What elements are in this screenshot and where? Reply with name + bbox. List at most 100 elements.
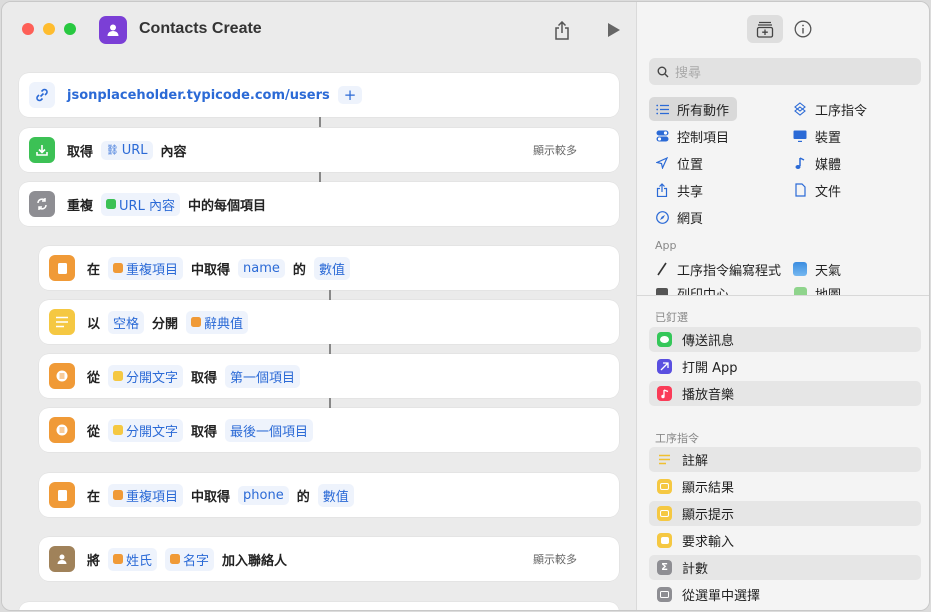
get-dictionary-value-action[interactable]: 在 重複項目 中取得 name 的 數值 xyxy=(39,246,619,290)
shortcut-icon[interactable] xyxy=(99,16,127,44)
get-dictionary-value-action[interactable]: 在 重複項目 中取得 phone 的 數值 xyxy=(39,473,619,517)
location-arrow-icon xyxy=(655,156,669,170)
music-note-icon xyxy=(793,156,807,170)
repeat-verb: 重複 xyxy=(67,198,94,214)
link-icon: ⛓ xyxy=(106,144,119,156)
scripting-show-alert[interactable]: 顯示提示 xyxy=(649,501,921,526)
first-name-token[interactable]: 名字 xyxy=(165,547,215,571)
search-placeholder: 搜尋 xyxy=(675,66,702,81)
list-icon xyxy=(170,554,181,564)
comment-lines-icon xyxy=(657,452,672,467)
repeat-action[interactable]: 重複 URL 內容 中的每個項目 xyxy=(19,182,619,226)
details-button[interactable] xyxy=(793,19,813,39)
shortcuts-window: Contacts Create jsonplaceholder.typicode… xyxy=(1,1,930,611)
connector xyxy=(329,290,331,300)
last-item-token[interactable]: 最後一個項目 xyxy=(225,418,314,442)
repeat-item-label: 重複項目 xyxy=(126,489,179,505)
window-title: Contacts Create xyxy=(139,20,262,37)
scripting-choose-from-menu[interactable]: 從選單中選擇 xyxy=(649,582,921,607)
app-weather[interactable]: 天氣 xyxy=(787,257,841,281)
pinned-section-header: 已釘選 xyxy=(655,311,688,324)
app-print-center[interactable]: 列印中心 xyxy=(649,281,729,295)
menu-icon xyxy=(657,587,672,602)
first-item-token[interactable]: 第一個項目 xyxy=(225,364,301,388)
split-text-action[interactable]: 以 空格 分開 辭典值 xyxy=(39,300,619,344)
scripting-comment[interactable]: 註解 xyxy=(649,447,921,472)
weather-icon xyxy=(793,262,807,276)
app-maps[interactable]: 地圖 xyxy=(787,281,841,295)
get-last-item-action[interactable]: 從 分開文字 取得 最後一個項目 xyxy=(39,408,619,452)
split-text-token[interactable]: 分開文字 xyxy=(108,418,184,442)
scripting-ask-input[interactable]: 要求輸入 xyxy=(649,528,921,553)
minimize-button[interactable] xyxy=(43,23,55,35)
text-split: 分開 xyxy=(152,316,179,332)
separator-token[interactable]: 空格 xyxy=(108,310,145,334)
info-icon xyxy=(794,20,812,38)
get-contents-action[interactable]: 取得 ⛓ URL 內容 顯示較多 xyxy=(19,128,619,172)
repeat-item-token[interactable]: 重複項目 xyxy=(108,483,184,507)
connector xyxy=(329,344,331,354)
dictionary-value-label: 辭典值 xyxy=(204,316,244,332)
list-icon xyxy=(655,102,669,116)
search-icon xyxy=(657,66,669,77)
url-variable-token[interactable]: ⛓ URL xyxy=(101,140,153,160)
value-type-token[interactable]: 數值 xyxy=(313,256,350,280)
category-documents[interactable]: 文件 xyxy=(787,178,841,202)
text-add-to-contacts: 加入聯絡人 xyxy=(222,553,288,569)
scripting-count[interactable]: Σ 計數 xyxy=(649,555,921,580)
add-url-button[interactable]: + xyxy=(337,86,363,104)
next-action[interactable] xyxy=(19,602,619,610)
category-label: 網頁 xyxy=(677,211,704,227)
title-bar: Contacts Create xyxy=(2,2,636,58)
text-get: 取得 xyxy=(191,370,218,386)
app-shortcuts-editor[interactable]: 工序指令編寫程式 xyxy=(649,257,781,281)
show-more-button[interactable]: 顯示較多 xyxy=(533,551,577,567)
share-button[interactable] xyxy=(551,19,573,41)
category-label: 所有動作 xyxy=(677,103,730,119)
category-web[interactable]: 網頁 xyxy=(649,205,703,229)
category-share[interactable]: 共享 xyxy=(649,178,703,202)
repeat-item-token[interactable]: 重複項目 xyxy=(108,256,184,280)
show-more-button[interactable]: 顯示較多 xyxy=(533,142,577,158)
open-app-icon xyxy=(657,359,672,374)
pen-icon xyxy=(655,262,669,276)
last-name-label: 姓氏 xyxy=(126,553,153,569)
scripting-show-result[interactable]: 顯示結果 xyxy=(649,474,921,499)
pinned-play-music[interactable]: 播放音樂 xyxy=(649,381,921,406)
sigma-icon: Σ xyxy=(657,560,672,575)
category-device[interactable]: 裝置 xyxy=(787,124,841,148)
value-type-token[interactable]: 數值 xyxy=(317,483,354,507)
repeat-item-label: 重複項目 xyxy=(126,262,179,278)
close-button[interactable] xyxy=(22,23,34,35)
pinned-open-app[interactable]: 打開 App xyxy=(649,354,921,379)
category-media[interactable]: 媒體 xyxy=(787,151,841,175)
text-of: 的 xyxy=(292,262,306,278)
get-first-item-action[interactable]: 從 分開文字 取得 第一個項目 xyxy=(39,354,619,398)
key-name-field[interactable]: name xyxy=(238,258,285,278)
url-variable-label: URL xyxy=(121,142,148,158)
url-action[interactable]: jsonplaceholder.typicode.com/users + xyxy=(19,73,619,117)
display-icon xyxy=(793,129,807,143)
search-field[interactable]: 搜尋 xyxy=(649,58,921,85)
last-name-token[interactable]: 姓氏 xyxy=(108,547,158,571)
add-contact-action[interactable]: 將 姓氏 名字 加入聯絡人 顯示較多 xyxy=(39,537,619,581)
action-label: 打開 App xyxy=(682,361,738,376)
zoom-button[interactable] xyxy=(64,23,76,35)
category-location[interactable]: 位置 xyxy=(649,151,703,175)
text-of: 的 xyxy=(296,489,310,505)
action-label: 註解 xyxy=(682,454,709,469)
pinned-send-message[interactable]: 傳送訊息 xyxy=(649,327,921,352)
action-label: 傳送訊息 xyxy=(682,334,735,349)
run-button[interactable] xyxy=(604,20,624,40)
url-value[interactable]: jsonplaceholder.typicode.com/users xyxy=(67,88,330,103)
category-control[interactable]: 控制項目 xyxy=(649,124,729,148)
toggle-icon xyxy=(655,129,669,143)
category-shortcuts[interactable]: 工序指令 xyxy=(787,97,867,121)
action-library-button[interactable] xyxy=(747,15,783,43)
split-text-token[interactable]: 分開文字 xyxy=(108,364,184,388)
text-from: 從 xyxy=(87,370,101,386)
key-phone-field[interactable]: phone xyxy=(238,485,289,505)
category-all-actions[interactable]: 所有動作 xyxy=(649,97,737,121)
url-contents-token[interactable]: URL 內容 xyxy=(101,192,180,216)
dictionary-value-token[interactable]: 辭典值 xyxy=(186,310,249,334)
